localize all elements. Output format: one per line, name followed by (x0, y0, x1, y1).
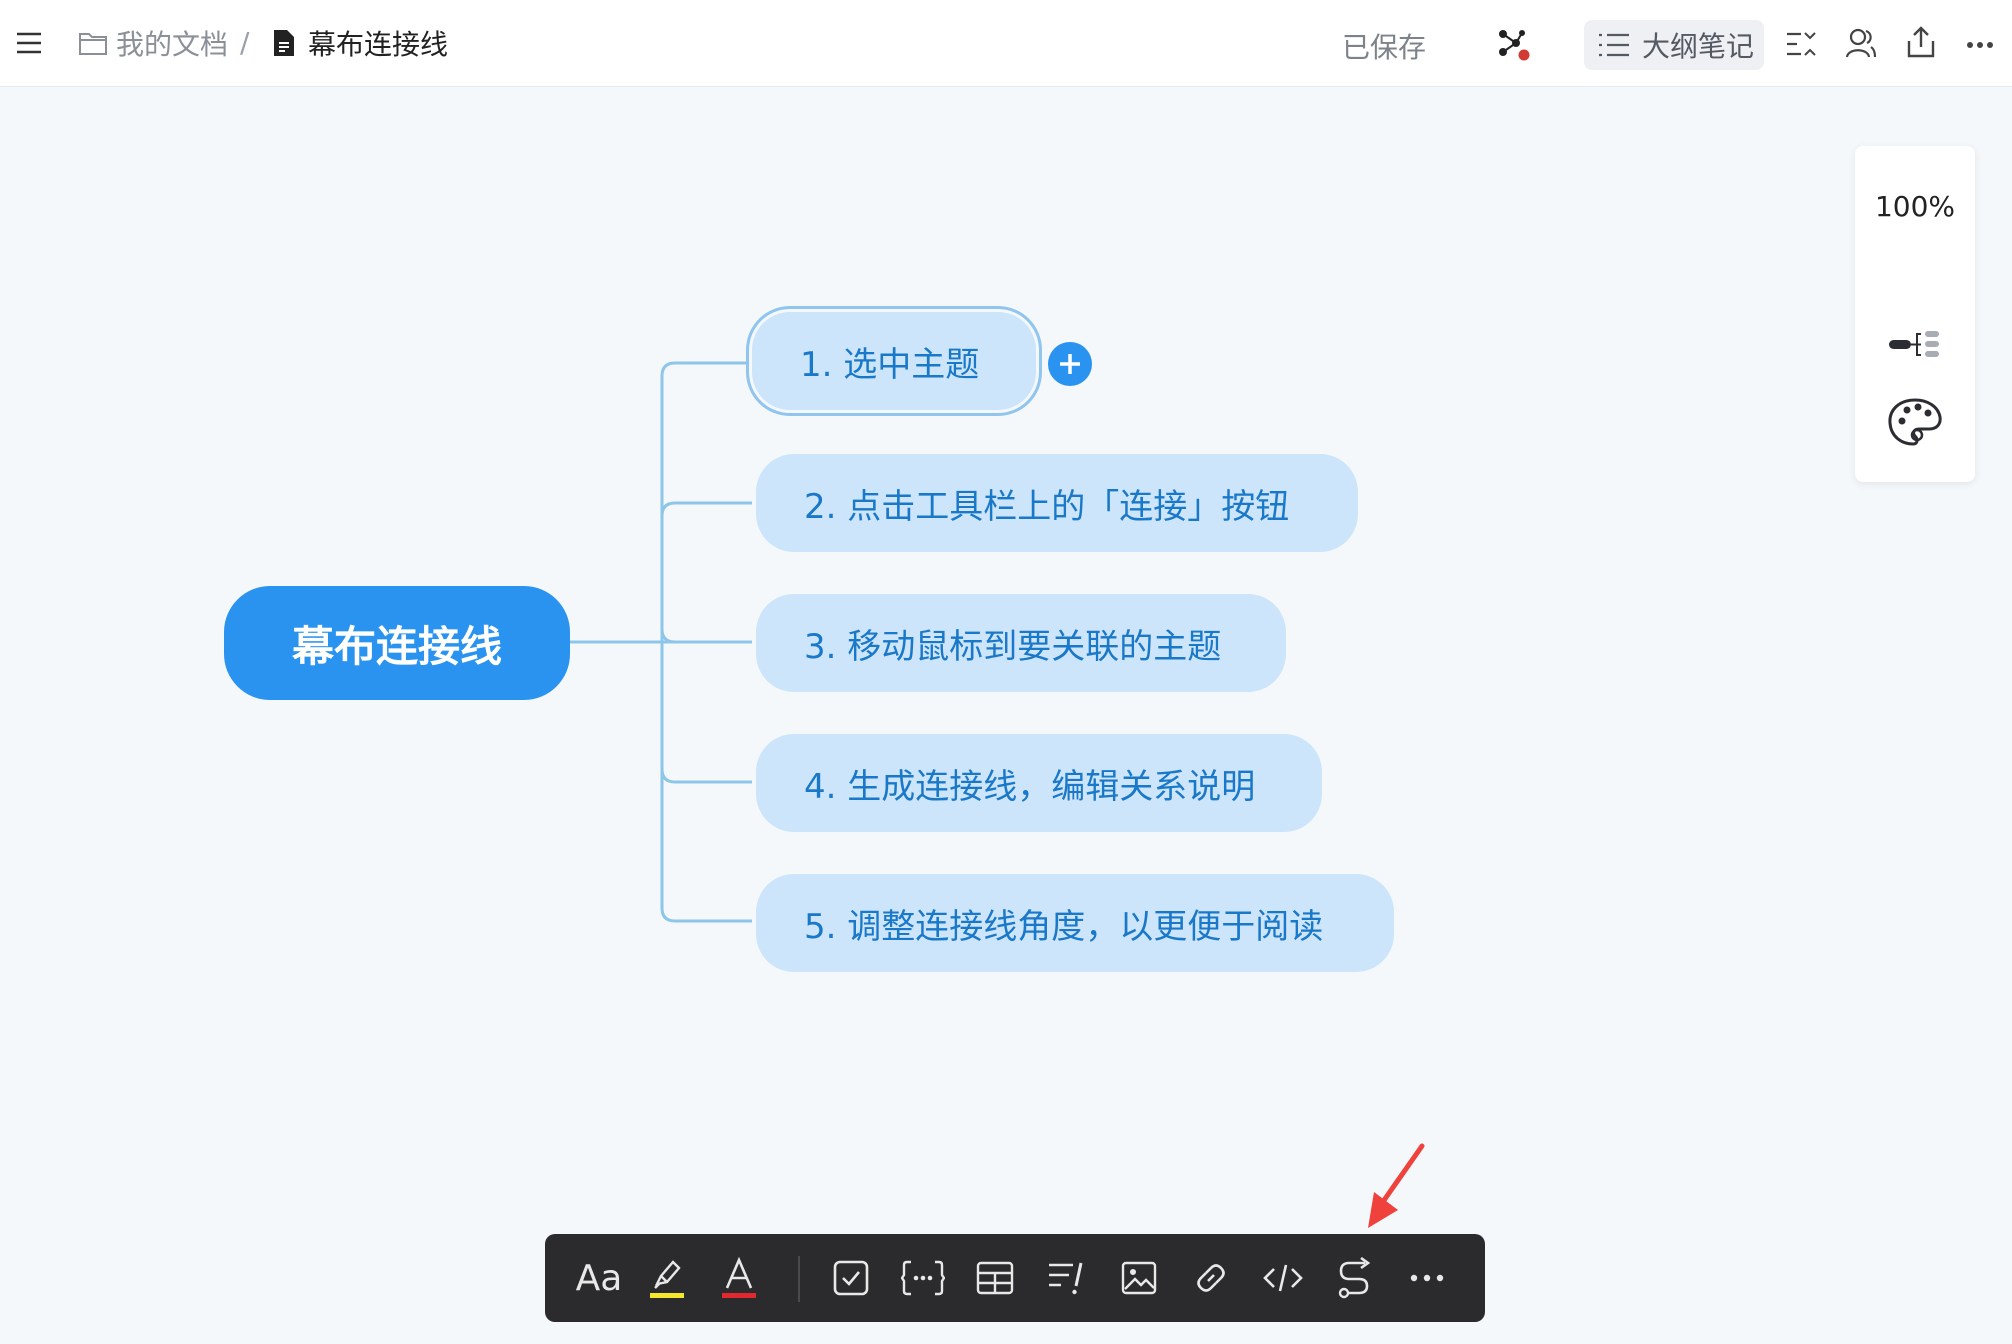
checkbox-button[interactable] (821, 1248, 881, 1308)
mindmap-topic-1[interactable]: 1. 选中主题 (752, 312, 1036, 410)
highlight-button[interactable] (637, 1248, 697, 1308)
bracket-icon (901, 1260, 945, 1296)
font-color-button[interactable] (709, 1248, 769, 1308)
checkbox-icon (833, 1260, 869, 1296)
mindmap-topic-4[interactable]: 4. 生成连接线，编辑关系说明 (756, 734, 1322, 832)
add-subtopic-button[interactable] (1048, 342, 1092, 386)
link-button[interactable] (1181, 1248, 1241, 1308)
connection-line-button[interactable] (1325, 1248, 1385, 1308)
note-icon (1049, 1262, 1083, 1295)
table-button[interactable] (965, 1248, 1025, 1308)
mindmap-topic-2[interactable]: 2. 点击工具栏上的「连接」按钮 (756, 454, 1358, 552)
image-icon (1121, 1261, 1157, 1295)
font-style-label: Aa (575, 1257, 623, 1299)
mindmap-root-topic[interactable]: 幕布连接线 (224, 586, 570, 700)
table-icon (976, 1261, 1014, 1295)
font-style-button[interactable]: Aa (569, 1248, 629, 1308)
annotation-arrow-icon (1368, 1143, 1425, 1228)
toolbar-divider (798, 1256, 800, 1302)
mindmap-topic-3[interactable]: 3. 移动鼠标到要关联的主题 (756, 594, 1286, 692)
more-icon (1410, 1274, 1444, 1282)
image-button[interactable] (1109, 1248, 1169, 1308)
note-button[interactable] (1037, 1248, 1097, 1308)
link-icon (1197, 1264, 1225, 1292)
toolbar-more-button[interactable] (1397, 1248, 1457, 1308)
connection-line-icon (1338, 1257, 1371, 1299)
plus-icon (1060, 354, 1080, 374)
mindmap-topic-5[interactable]: 5. 调整连接线角度，以更便于阅读 (756, 874, 1394, 972)
font-color-icon (722, 1256, 756, 1298)
code-icon (1263, 1264, 1303, 1292)
highlighter-icon (650, 1260, 684, 1298)
code-button[interactable] (1253, 1248, 1313, 1308)
summary-bracket-button[interactable] (893, 1248, 953, 1308)
format-toolbar: Aa (545, 1234, 1485, 1322)
